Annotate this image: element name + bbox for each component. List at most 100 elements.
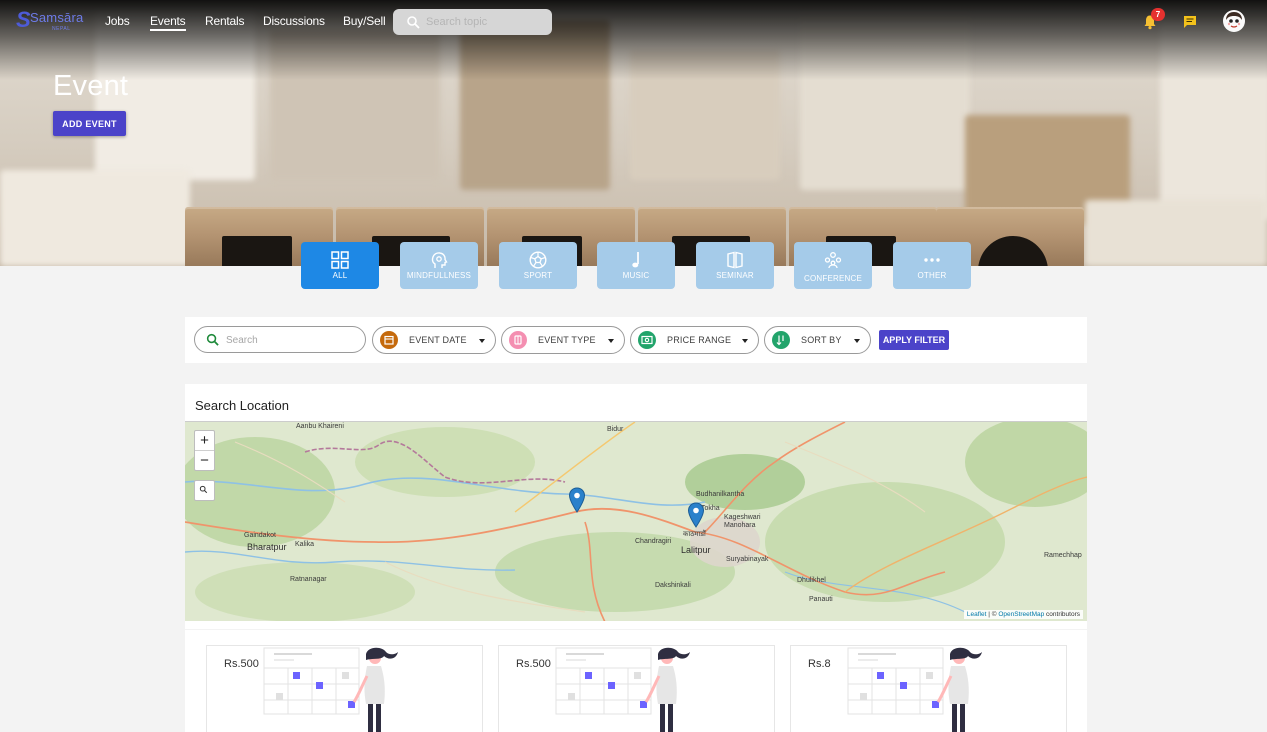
event-price: Rs.500 — [516, 658, 551, 670]
logo-subtext: NEPAL — [52, 26, 71, 32]
category-music[interactable]: MUSIC — [597, 242, 675, 289]
event-calendar-illustration — [847, 647, 982, 732]
nav-buy-sell[interactable]: Buy/Sell — [343, 14, 386, 28]
head-icon — [431, 252, 448, 268]
chevron-down-icon — [854, 339, 860, 343]
category-label: OTHER — [917, 271, 947, 280]
topic-search-input[interactable] — [426, 15, 541, 29]
chevron-down-icon — [742, 339, 748, 343]
map-title: Search Location — [195, 398, 289, 413]
map-place-label: काठमाडौं — [683, 531, 706, 538]
category-label: MINDFULLNESS — [406, 271, 472, 280]
map-attribution: Leaflet | © OpenStreetMap contributors — [963, 610, 1083, 619]
calendar-icon — [380, 331, 398, 349]
event-type-label: EVENT TYPE — [538, 335, 596, 345]
event-date-label: EVENT DATE — [409, 335, 467, 345]
category-all[interactable]: ALL — [301, 242, 379, 289]
money-icon — [638, 331, 656, 349]
location-map[interactable]: + − Aanbu Khaireni Bidur Budhanilkantha … — [185, 421, 1087, 621]
map-place-label: Gaindakot — [244, 532, 276, 539]
map-place-label: Suryabinayak — [726, 556, 769, 563]
logo-swirl-icon: S — [16, 7, 31, 32]
map-place-label: Dakshinkali — [655, 582, 691, 589]
zoom-control: + − — [194, 430, 215, 471]
zoom-out-button[interactable]: − — [195, 451, 214, 471]
zoom-in-button[interactable]: + — [195, 431, 214, 451]
sort-icon — [772, 331, 790, 349]
chevron-down-icon — [608, 339, 614, 343]
category-other[interactable]: OTHER — [893, 242, 971, 289]
osm-link[interactable]: OpenStreetMap — [998, 611, 1044, 618]
event-type-dropdown[interactable]: EVENT TYPE — [501, 326, 625, 354]
filter-bar: EVENT DATE EVENT TYPE PRICE RANGE SORT B… — [185, 317, 1087, 363]
leaflet-link[interactable]: Leaflet — [967, 611, 987, 618]
chevron-down-icon — [479, 339, 485, 343]
map-place-label: Kageshwari Manohara — [724, 514, 761, 529]
event-calendar-illustration — [263, 647, 398, 732]
sort-by-label: SORT BY — [801, 335, 842, 345]
notification-badge: 7 — [1151, 8, 1165, 21]
map-panel: Search Location + − Aanbu Khaireni Bidur… — [185, 384, 1087, 629]
event-card[interactable]: Rs.500 — [498, 645, 775, 732]
event-price: Rs.8 — [808, 658, 831, 670]
avatar-face-icon — [1223, 10, 1245, 32]
nav-rentals[interactable]: Rentals — [205, 14, 244, 28]
map-place-label: Ramechhap — [1044, 552, 1082, 559]
map-marker-icon[interactable] — [687, 502, 705, 528]
seminar-icon — [727, 251, 743, 269]
map-place-label: Panauti — [809, 596, 833, 603]
search-icon — [407, 16, 420, 29]
nav-jobs[interactable]: Jobs — [105, 14, 130, 28]
event-search[interactable] — [194, 326, 366, 353]
category-label: MUSIC — [622, 271, 650, 280]
more-icon — [924, 258, 940, 262]
category-conference[interactable]: CONFERENCE — [794, 242, 872, 289]
map-place-label: Budhanilkantha — [696, 491, 745, 498]
event-type-icon — [509, 331, 527, 349]
page-title: Event — [53, 70, 129, 102]
sort-by-dropdown[interactable]: SORT BY — [764, 326, 871, 354]
category-label: CONFERENCE — [803, 274, 862, 283]
search-icon — [199, 485, 208, 494]
map-place-label: Lalitpur — [681, 545, 711, 555]
music-note-icon — [632, 252, 639, 268]
nav-discussions[interactable]: Discussions — [263, 14, 325, 28]
event-card[interactable]: Rs.8 — [790, 645, 1067, 732]
event-card[interactable]: Rs.500 — [206, 645, 483, 732]
map-place-label: Chandragiri — [635, 538, 672, 545]
map-tiles — [185, 422, 1087, 621]
apply-filter-button[interactable]: APPLY FILTER — [879, 330, 949, 350]
search-icon — [206, 333, 219, 346]
map-search-button[interactable] — [194, 480, 215, 501]
chat-icon[interactable] — [1182, 14, 1198, 30]
category-label: SPORT — [523, 271, 553, 280]
user-avatar[interactable] — [1223, 10, 1245, 32]
map-place-label: Dhulikhel — [797, 577, 826, 584]
map-place-label: Aanbu Khaireni — [296, 423, 344, 430]
map-place-label: Ratnanagar — [290, 576, 327, 583]
category-sport[interactable]: SPORT — [499, 242, 577, 289]
football-icon — [529, 251, 547, 269]
price-range-dropdown[interactable]: PRICE RANGE — [630, 326, 759, 354]
topic-search[interactable] — [393, 9, 552, 35]
category-seminar[interactable]: SEMINAR — [696, 242, 774, 289]
hero-banner — [0, 0, 1267, 266]
map-place-label: Bidur — [607, 426, 624, 433]
map-place-label: Kalika — [295, 541, 315, 548]
logo-text: Samsāra — [30, 10, 84, 25]
category-mindfullness[interactable]: MINDFULLNESS — [400, 242, 478, 289]
event-search-input[interactable] — [226, 333, 356, 347]
samsara-logo[interactable]: S Samsāra NEPAL — [16, 8, 86, 34]
event-price: Rs.500 — [224, 658, 259, 670]
map-place-label: Bharatpur — [247, 542, 287, 552]
price-range-label: PRICE RANGE — [667, 335, 732, 345]
category-label: ALL — [332, 271, 348, 280]
nav-events[interactable]: Events — [150, 14, 186, 31]
event-list: Rs.500 Rs.500 Rs.8 — [185, 630, 1087, 732]
map-marker-icon[interactable] — [568, 487, 586, 513]
grid-icon — [331, 251, 349, 269]
category-label: SEMINAR — [716, 271, 754, 280]
event-date-dropdown[interactable]: EVENT DATE — [372, 326, 496, 354]
event-calendar-illustration — [555, 647, 690, 732]
add-event-button[interactable]: ADD EVENT — [53, 111, 126, 136]
